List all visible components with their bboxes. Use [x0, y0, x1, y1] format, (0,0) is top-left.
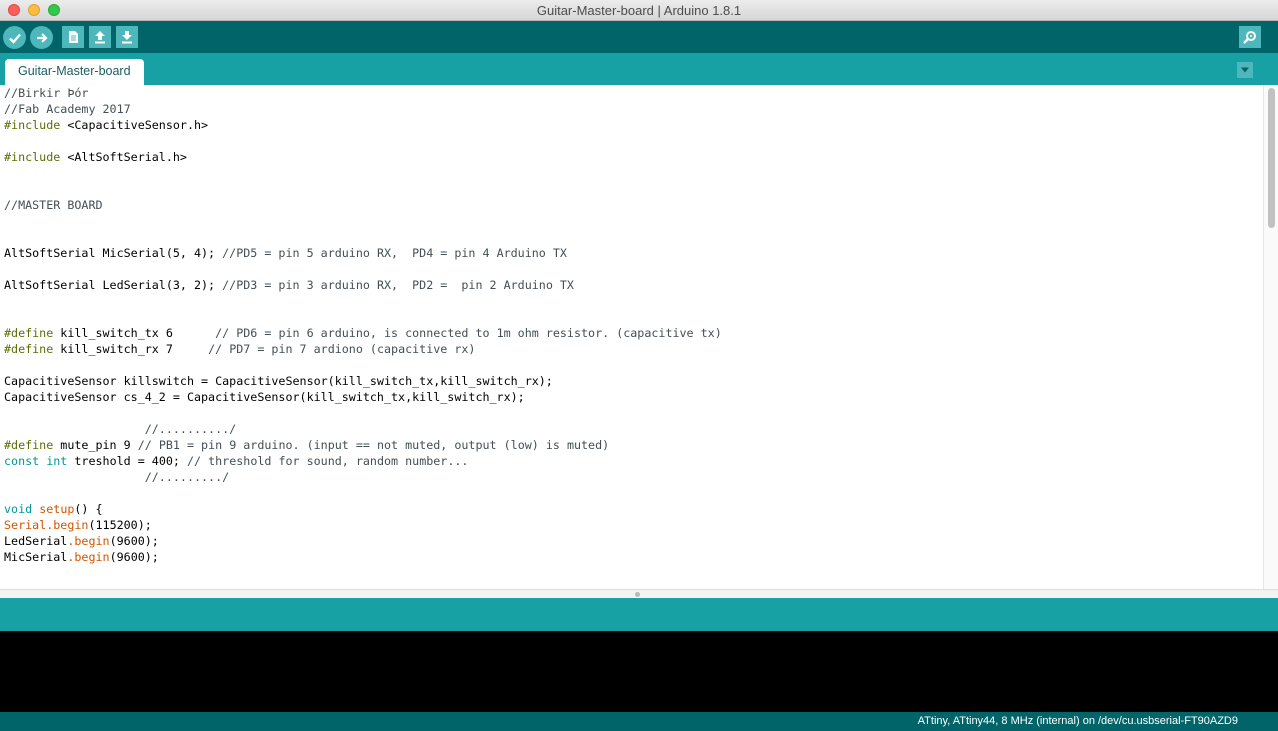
code-line: #include <AltSoftSerial.h> — [4, 150, 187, 164]
verify-button[interactable] — [3, 26, 26, 49]
editor-scrollbar[interactable] — [1263, 85, 1278, 589]
serial-monitor-icon — [1243, 31, 1256, 44]
code-line: Serial.begin(115200); — [4, 518, 152, 532]
scrollbar-thumb[interactable] — [1268, 88, 1275, 228]
code-line: #define mute_pin 9 // PB1 = pin 9 arduin… — [4, 438, 610, 452]
save-button[interactable] — [116, 26, 138, 48]
serial-monitor-button[interactable] — [1239, 26, 1261, 48]
code-line: //........../ — [4, 422, 237, 436]
message-area — [0, 598, 1278, 631]
window-title: Guitar-Master-board | Arduino 1.8.1 — [536, 3, 742, 18]
code-line: AltSoftSerial MicSerial(5, 4); //PD5 = p… — [4, 246, 567, 260]
verify-icon — [8, 33, 21, 44]
code-line: LedSerial.begin(9600); — [4, 534, 159, 548]
panel-splitter[interactable] — [0, 589, 1278, 598]
code-line: #include <CapacitiveSensor.h> — [4, 118, 209, 132]
code-line: void setup() { — [4, 502, 103, 516]
title-bar: Guitar-Master-board | Arduino 1.8.1 — [0, 0, 1278, 21]
code-line: //MASTER BOARD — [4, 198, 103, 212]
code-text[interactable]: //Birkir Þór //Fab Academy 2017 #include <… — [4, 85, 722, 565]
code-line: MicSerial.begin(9600); — [4, 550, 159, 564]
new-file-icon — [69, 31, 78, 43]
code-line: //........./ — [4, 470, 230, 484]
tab-bar: Guitar-Master-board — [0, 53, 1278, 85]
code-line: //Birkir Þór — [4, 86, 89, 100]
chevron-down-icon — [1241, 67, 1249, 73]
open-icon — [95, 31, 105, 44]
toolbar — [0, 21, 1278, 53]
code-line: CapacitiveSensor cs_4_2 = CapacitiveSens… — [4, 390, 525, 404]
code-line: //Fab Academy 2017 — [4, 102, 131, 116]
save-icon — [122, 31, 132, 44]
tab-guitar-master-board[interactable]: Guitar-Master-board — [5, 59, 144, 85]
console-output[interactable] — [0, 631, 1278, 712]
upload-button[interactable] — [30, 26, 53, 49]
code-line: const int treshold = 400; // threshold f… — [4, 454, 469, 468]
code-line: #define kill_switch_rx 7 // PD7 = pin 7 … — [4, 342, 476, 356]
upload-icon — [36, 32, 48, 43]
code-line: CapacitiveSensor killswitch = Capacitive… — [4, 374, 553, 388]
new-button[interactable] — [62, 26, 84, 48]
code-line: #define kill_switch_tx 6 // PD6 = pin 6 … — [4, 326, 722, 340]
open-button[interactable] — [89, 26, 111, 48]
status-bar: ATtiny, ATtiny44, 8 MHz (internal) on /d… — [0, 712, 1278, 731]
tab-menu-button[interactable] — [1237, 62, 1253, 78]
splitter-handle[interactable] — [635, 592, 640, 597]
board-port-status: ATtiny, ATtiny44, 8 MHz (internal) on /d… — [917, 715, 1238, 727]
code-line: AltSoftSerial LedSerial(3, 2); //PD3 = p… — [4, 278, 574, 292]
code-editor[interactable]: //Birkir Þór //Fab Academy 2017 #include <… — [0, 85, 1278, 589]
